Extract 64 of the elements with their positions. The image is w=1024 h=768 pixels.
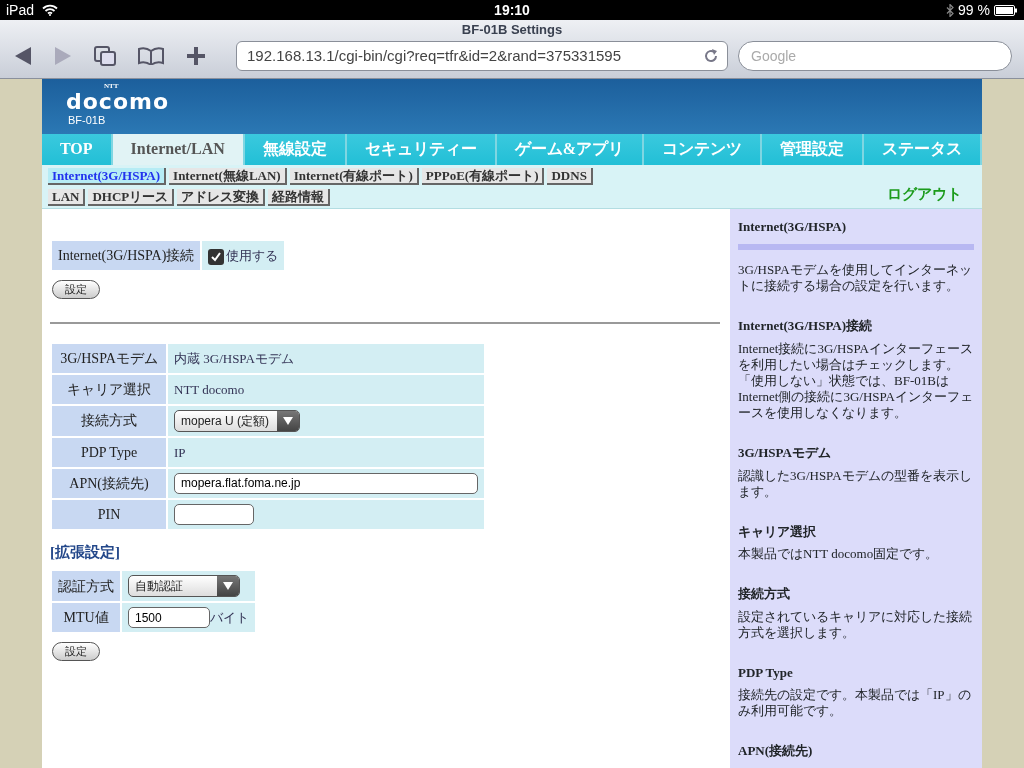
input-field[interactable]: 1500 — [128, 607, 210, 629]
unit-label: バイト — [210, 609, 249, 625]
dropdown[interactable]: 自動認証 — [128, 575, 240, 598]
sub-tab[interactable]: DHCPリース — [88, 188, 175, 206]
back-icon[interactable] — [14, 46, 32, 66]
help-heading: 接続方式 — [738, 586, 791, 602]
setting-label: PDP Type — [52, 437, 166, 467]
checkbox[interactable] — [208, 248, 225, 265]
book-icon[interactable] — [138, 47, 164, 65]
setting-label: 接続方式 — [52, 405, 166, 436]
input-field[interactable]: mopera.flat.foma.ne.jp — [174, 472, 478, 494]
help-text: 認識した3G/HSPAモデムの型番を表示します。 — [738, 467, 973, 500]
help-text: 3G/HSPAモデムを使用してインターネットに接続する場合の設定を行います。 — [738, 262, 973, 295]
sub-tab[interactable]: PPPoE(有線ポート) — [421, 167, 545, 185]
nav-tab[interactable]: Internet/LAN — [112, 134, 245, 165]
setting-label: PIN — [52, 499, 166, 529]
sub-tab[interactable]: アドレス変換 — [177, 188, 266, 206]
caret-icon — [283, 416, 293, 425]
wifi-icon — [42, 4, 59, 16]
browser-page-title: BF-01B Settings — [460, 21, 564, 39]
sub-tab[interactable]: LAN — [48, 188, 86, 206]
setting-value: 内蔵 3G/HSPAモデム — [174, 350, 294, 366]
help-text: 本製品ではNTT docomo固定です。 — [738, 546, 940, 563]
submit-button[interactable]: 設定 — [52, 642, 100, 662]
dropdown[interactable]: mopera U (定額) — [174, 409, 300, 432]
sub-tab[interactable]: Internet(有線ポート) — [289, 167, 419, 185]
help-heading: APN(接続先) — [738, 743, 814, 759]
section-heading: [拡張設定] — [50, 542, 121, 562]
input-field[interactable] — [174, 503, 254, 525]
bluetooth-icon — [946, 3, 955, 17]
help-text: 接続先の設定です。本製品では「IP」のみ利用可能です。 — [738, 687, 972, 720]
sub-tab[interactable]: DDNS — [547, 167, 593, 185]
setting-label: 認証方式 — [52, 571, 120, 602]
setting-label: MTU値 — [52, 603, 120, 633]
setting-label: Internet(3G/HSPA)接続 — [52, 240, 201, 270]
help-text: Internet接続に3G/HSPAインターフェースを利用したい場合はチェックします。「使用しない」状態では、BF-01BはInternet側の接続に3G/HSPAインターフェースを使用しなくなります。 — [738, 341, 974, 422]
sub-tab[interactable]: Internet(無線LAN) — [169, 167, 287, 185]
sub-tab[interactable]: 経路情報 — [268, 188, 331, 206]
setting-label: キャリア選択 — [52, 374, 166, 404]
brand-logo: docomo — [66, 90, 170, 114]
url-field[interactable]: 192.168.13.1/cgi-bin/cgi?req=tfr&id=2&rand=375331595 — [236, 41, 728, 71]
help-heading: PDP Type — [738, 664, 794, 681]
setting-label: 3G/HSPAモデム — [52, 343, 166, 373]
checkbox-label: 使用する — [226, 247, 279, 263]
caret-icon — [223, 582, 233, 591]
help-heading: 3G/HSPAモデム — [738, 445, 832, 461]
help-text: 設定されているキャリアに対応した接続方式を選択します。 — [738, 608, 973, 641]
plus-icon[interactable] — [186, 46, 206, 66]
help-title: Internet(3G/HSPA) — [738, 218, 848, 235]
help-heading: Internet(3G/HSPA)接続 — [738, 318, 874, 335]
reload-icon[interactable] — [703, 48, 719, 64]
model-name: BF-01B — [68, 114, 107, 126]
battery-icon — [994, 4, 1018, 16]
setting-value: IP — [174, 444, 186, 460]
search-field[interactable]: Google — [738, 41, 1012, 71]
setting-value: NTT docomo — [174, 381, 245, 397]
battery-percent: 99 % — [958, 0, 990, 20]
carrier-name: iPad — [6, 0, 35, 20]
status-time: 19:10 — [494, 0, 530, 20]
tabs-icon[interactable] — [94, 46, 116, 66]
sub-tab[interactable]: Internet(3G/HSPA) — [48, 167, 167, 185]
help-heading: キャリア選択 — [738, 523, 817, 540]
setting-label: APN(接続先) — [52, 468, 166, 498]
submit-button[interactable]: 設定 — [52, 279, 100, 299]
